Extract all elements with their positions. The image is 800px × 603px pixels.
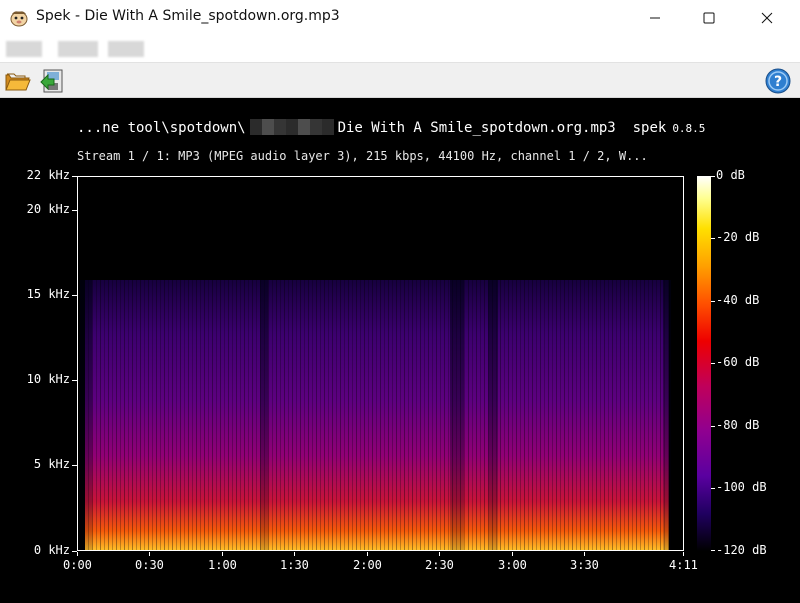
x-tick-label: 3:30 (570, 558, 599, 572)
open-file-button[interactable] (4, 67, 32, 95)
close-button[interactable] (744, 0, 790, 36)
svg-text:?: ? (774, 74, 782, 90)
save-button[interactable] (38, 67, 66, 95)
window-title: Spek - Die With A Smile_spotdown.org.mp3 (36, 8, 340, 24)
folder-open-icon (5, 73, 31, 91)
x-tick-label: 4:11 (669, 558, 698, 572)
y-tick-label: 5 kHz (33, 457, 70, 471)
title-bar[interactable]: Spek - Die With A Smile_spotdown.org.mp3 (0, 0, 800, 36)
colorbar-label: -80 dB (716, 418, 760, 432)
colorbar-tick-mark (711, 238, 715, 239)
x-tick-label: 2:30 (425, 558, 454, 572)
close-icon (761, 12, 773, 24)
colorbar-tick-mark (711, 301, 715, 302)
maximize-button[interactable] (686, 0, 732, 36)
file-path-header: ...ne tool\spotdown\ Die With A Smile_spo… (77, 119, 705, 136)
colorbar-tick-mark (711, 176, 715, 177)
toolbar: ? (0, 62, 800, 98)
x-tick-label: 0:30 (135, 558, 164, 572)
colorbar-label: -60 dB (716, 355, 760, 369)
maximize-icon (703, 12, 715, 24)
colorbar-tick-mark (711, 550, 715, 551)
minimize-button[interactable] (632, 0, 678, 36)
colorbar-label: -20 dB (716, 230, 760, 244)
stream-info: Stream 1 / 1: MP3 (MPEG audio layer 3), … (77, 149, 648, 163)
x-tick-mark (367, 552, 368, 556)
menu-item-blurred[interactable] (58, 41, 98, 57)
colorbar-label: -120 dB (716, 543, 767, 557)
colorbar-label: -100 dB (716, 480, 767, 494)
spectrogram-quiet-band (488, 280, 498, 550)
colorbar-tick-mark (711, 363, 715, 364)
help-icon: ? (765, 68, 791, 94)
menu-item-blurred[interactable] (108, 41, 144, 57)
x-tick-label: 1:00 (208, 558, 237, 572)
app-version: 0.8.5 (672, 122, 706, 135)
app-name: spek (632, 120, 667, 136)
x-tick-mark (439, 552, 440, 556)
x-tick-mark (512, 552, 513, 556)
x-tick-label: 3:00 (498, 558, 527, 572)
x-tick-label: 0:00 (63, 558, 92, 572)
x-tick-mark (584, 552, 585, 556)
x-tick-mark (683, 552, 684, 556)
minimize-icon (650, 17, 660, 19)
x-tick-mark (222, 552, 223, 556)
y-tick-label: 22 kHz (26, 168, 70, 182)
spek-app-icon (10, 11, 28, 27)
x-tick-mark (77, 552, 78, 556)
x-tick-label: 1:30 (280, 558, 309, 572)
save-icon (40, 69, 63, 93)
y-tick-label: 0 kHz (33, 543, 70, 557)
spectrogram-plot[interactable] (77, 176, 684, 551)
x-tick-mark (294, 552, 295, 556)
colorbar-tick-mark (711, 426, 715, 427)
redacted-path-segment (249, 119, 334, 135)
y-tick-label: 10 kHz (26, 372, 70, 386)
menu-bar[interactable] (0, 36, 800, 62)
spek-window: Spek - Die With A Smile_spotdown.org.mp3 (0, 0, 800, 603)
colorbar-label: 0 dB (716, 168, 745, 182)
spectrogram-quiet-band (663, 280, 671, 550)
x-tick-mark (149, 552, 150, 556)
spectrogram-texture (85, 280, 669, 550)
file-path-prefix: ...ne tool\spotdown\ (77, 120, 246, 136)
file-name: Die With A Smile_spotdown.org.mp3 (337, 120, 616, 136)
spectrogram-quiet-band (450, 280, 464, 550)
colorbar-tick-mark (711, 488, 715, 489)
spectrogram-quiet-band (260, 280, 268, 550)
spectrogram-panel: ...ne tool\spotdown\ Die With A Smile_spo… (0, 98, 800, 603)
colorbar-label: -40 dB (716, 293, 760, 307)
x-tick-label: 2:00 (353, 558, 382, 572)
spectrogram-quiet-band (80, 280, 92, 550)
db-colorbar (697, 176, 711, 551)
y-tick-label: 20 kHz (26, 202, 70, 216)
menu-item-blurred[interactable] (6, 41, 42, 57)
y-tick-label: 15 kHz (26, 287, 70, 301)
help-button[interactable]: ? (764, 67, 792, 95)
